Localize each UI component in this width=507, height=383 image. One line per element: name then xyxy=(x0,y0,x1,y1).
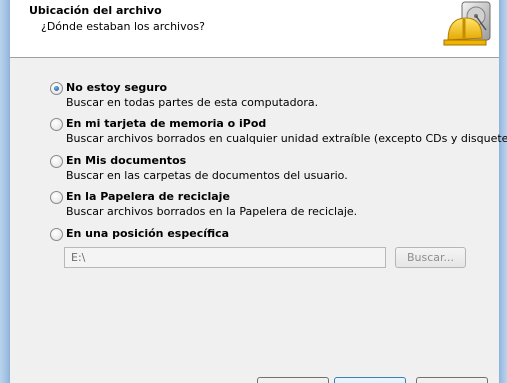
option-my-documents-description: Buscar en las carpetas de documentos del… xyxy=(66,169,348,182)
browse-button[interactable]: Buscar... xyxy=(395,247,466,268)
option-memory-card-description: Buscar archivos borrados en cualquier un… xyxy=(66,132,507,145)
radio-recycle-bin[interactable] xyxy=(50,191,63,204)
wizard-page: Ubicación del archivo ¿Dónde estaban los… xyxy=(10,0,507,383)
hard-drive-with-hardhat-icon xyxy=(443,1,491,46)
page-title: Ubicación del archivo xyxy=(29,4,162,17)
option-my-documents-label: En Mis documentos xyxy=(66,154,187,167)
radio-my-documents[interactable] xyxy=(50,155,63,168)
radio-not-sure[interactable] xyxy=(50,82,63,95)
cancel-button[interactable] xyxy=(416,377,488,383)
wizard-header: Ubicación del archivo ¿Dónde estaban los… xyxy=(10,0,499,58)
location-path-input[interactable]: E:\ xyxy=(64,247,386,268)
window-frame-left xyxy=(0,0,10,383)
option-recycle-bin-description: Buscar archivos borrados en la Papelera … xyxy=(66,205,358,218)
option-not-sure-description: Buscar en todas partes de esta computado… xyxy=(66,96,319,109)
option-not-sure-label: No estoy seguro xyxy=(66,81,168,94)
page-subtitle: ¿Dónde estaban los archivos? xyxy=(41,20,205,33)
back-button[interactable] xyxy=(257,377,329,383)
radio-specific-location[interactable] xyxy=(50,228,63,241)
window-frame-right xyxy=(499,0,507,383)
option-memory-card-label: En mi tarjeta de memoria o iPod xyxy=(66,117,267,130)
option-recycle-bin-label: En la Papelera de reciclaje xyxy=(66,190,230,203)
next-button[interactable] xyxy=(334,377,406,383)
radio-memory-card[interactable] xyxy=(50,118,63,131)
option-specific-location-label: En una posición específica xyxy=(66,227,230,240)
